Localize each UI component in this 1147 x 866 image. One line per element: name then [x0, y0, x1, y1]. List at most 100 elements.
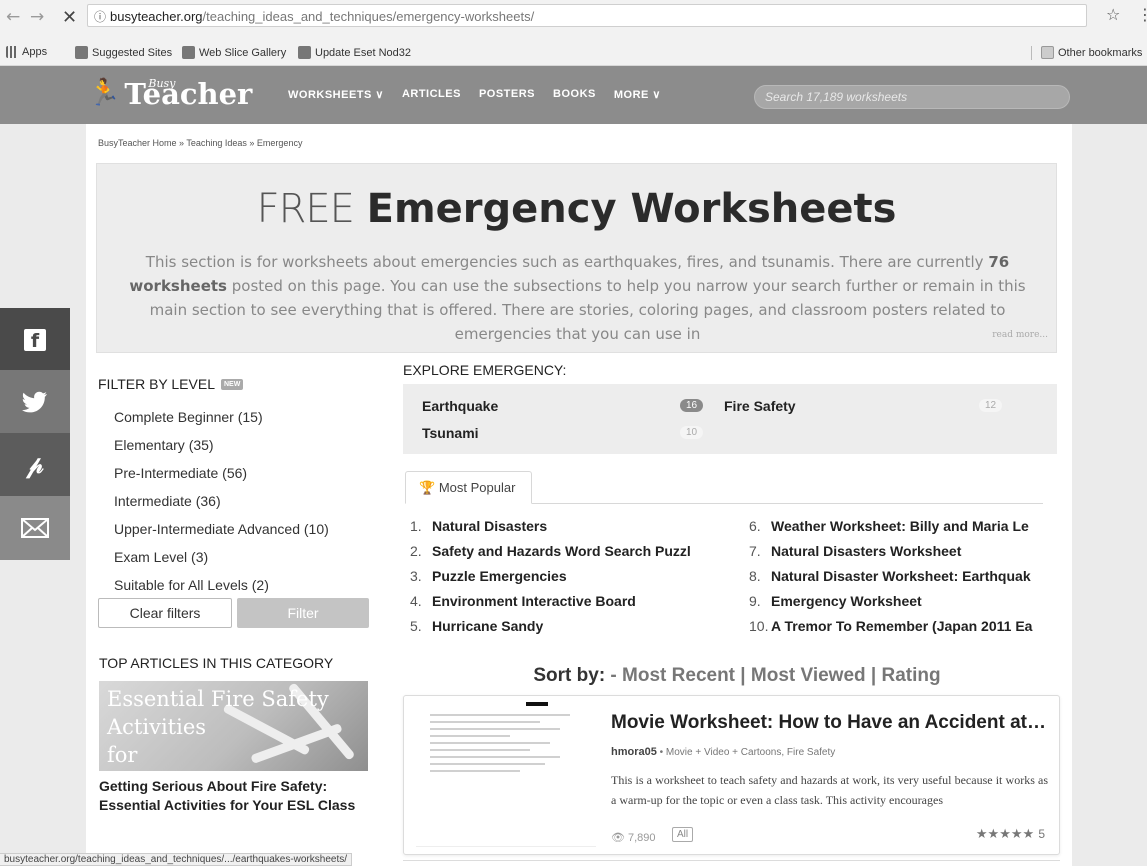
new-badge: NEW: [220, 378, 244, 390]
sort-rating[interactable]: Rating: [882, 665, 941, 686]
popular-item[interactable]: 6. Weather Worksheet: Billy and Maria Le: [749, 514, 1043, 539]
item-number: 2.: [410, 543, 422, 559]
popular-item[interactable]: 3. Puzzle Emergencies: [410, 564, 698, 589]
menu-icon[interactable]: ⋮: [1137, 5, 1147, 24]
item-title: Emergency Worksheet: [771, 593, 922, 609]
level-option[interactable]: Exam Level (3): [114, 543, 329, 571]
item-number: 1.: [410, 518, 422, 534]
article-title-link[interactable]: Getting Serious About Fire Safety: Essen…: [99, 777, 374, 815]
trophy-icon: 🏆: [419, 480, 436, 495]
title-free: FREE: [256, 186, 355, 232]
worksheet-meta: hmora05 • Movie + Video + Cartoons, Fire…: [611, 746, 835, 758]
count-badge: 12: [979, 399, 1003, 412]
level-option[interactable]: Elementary (35): [114, 431, 329, 459]
article-thumbnail[interactable]: Essential Fire Safety Activities for: [99, 681, 368, 771]
item-title: A Tremor To Remember (Japan 2011 Ea: [771, 618, 1033, 634]
nav-more[interactable]: MORE ∨: [614, 88, 661, 101]
nav-articles[interactable]: ARTICLES: [402, 88, 461, 101]
item-title: Hurricane Sandy: [432, 618, 544, 634]
tab-most-popular[interactable]: 🏆 Most Popular: [405, 471, 532, 504]
thumb-line: [430, 735, 510, 737]
stop-icon[interactable]: ✕: [62, 7, 77, 28]
apps-grid-icon: [6, 46, 18, 58]
explore-box: Earthquake 16 Fire Safety 12 Tsunami 10: [403, 384, 1057, 454]
clear-filters-button[interactable]: Clear filters: [98, 598, 232, 628]
hero-description: This section is for worksheets about eme…: [115, 250, 1040, 346]
read-more-link[interactable]: read more...: [992, 330, 1048, 340]
popular-item[interactable]: 4. Environment Interactive Board: [410, 589, 698, 614]
worksheet-title-link[interactable]: Movie Worksheet: How to Have an Accident…: [611, 712, 1051, 734]
level-option[interactable]: Upper-Intermediate Advanced (10): [114, 515, 329, 543]
author-link[interactable]: hmora05: [611, 746, 657, 758]
address-bar[interactable]: ⓘ busyteacher.org/teaching_ideas_and_tec…: [87, 4, 1087, 27]
thumb-line: [430, 728, 560, 730]
next-card-edge: [403, 860, 1060, 866]
url-text: busyteacher.org/teaching_ideas_and_techn…: [110, 9, 534, 24]
thumb-line: [430, 763, 545, 765]
item-number: 10.: [749, 618, 769, 634]
nav-books[interactable]: BOOKS: [553, 88, 596, 101]
sort-most-recent[interactable]: Most Recent: [622, 665, 735, 686]
level-filter-list: Complete Beginner (15) Elementary (35) P…: [114, 403, 329, 599]
bookmark-suggested-sites[interactable]: Suggested Sites: [75, 46, 172, 59]
bookmarks-bar: Apps Suggested Sites Web Slice Gallery U…: [0, 40, 1147, 66]
worksheet-thumbnail[interactable]: [416, 702, 596, 847]
breadcrumb[interactable]: BusyTeacher Home » Teaching Ideas » Emer…: [98, 138, 302, 148]
popular-item[interactable]: 8. Natural Disaster Worksheet: Earthquak: [749, 564, 1043, 589]
bookmark-web-slice-gallery[interactable]: Web Slice Gallery: [182, 46, 286, 59]
bookmark-label: Other bookmarks: [1058, 46, 1143, 59]
bookmark-label: Web Slice Gallery: [199, 46, 287, 59]
main-nav: WORKSHEETS ∨ ARTICLES POSTERS BOOKS MORE…: [288, 88, 661, 101]
level-option[interactable]: Suitable for All Levels (2): [114, 571, 329, 599]
facebook-icon: f: [24, 329, 46, 352]
rating-value: 5: [1038, 827, 1045, 841]
other-bookmarks[interactable]: Other bookmarks: [1041, 46, 1142, 59]
logo-busy-text: Busy: [148, 77, 176, 90]
bookmark-update-eset[interactable]: Update Eset Nod32: [298, 46, 411, 59]
worksheet-card[interactable]: Movie Worksheet: How to Have an Accident…: [403, 695, 1060, 855]
thumb-line: [430, 756, 560, 758]
level-option[interactable]: Pre-Intermediate (56): [114, 459, 329, 487]
level-option[interactable]: Complete Beginner (15): [114, 403, 329, 431]
category-text[interactable]: • Movie + Video + Cartoons, Fire Safety: [657, 747, 836, 758]
runner-logo-icon: 🏃: [88, 78, 121, 108]
eset-icon: [298, 46, 311, 59]
explore-fire-safety-link[interactable]: Fire Safety: [724, 398, 796, 414]
thumb-line: [430, 714, 570, 716]
count-badge: 16: [680, 399, 704, 412]
filter-title-text: FILTER BY LEVEL: [98, 376, 215, 392]
desc-text: This section is for worksheets about eme…: [145, 253, 989, 271]
hero-section: FREE Emergency Worksheets This section i…: [96, 163, 1057, 353]
nav-posters[interactable]: POSTERS: [479, 88, 535, 101]
popular-item[interactable]: 10. A Tremor To Remember (Japan 2011 Ea: [749, 614, 1043, 639]
back-icon[interactable]: ←: [6, 7, 20, 27]
sort-bar: Sort by: - Most Recent | Most Viewed | R…: [403, 665, 1071, 687]
explore-tsunami-link[interactable]: Tsunami: [422, 425, 479, 441]
forward-icon[interactable]: →: [30, 7, 44, 27]
twitter-icon: [22, 391, 47, 413]
bookmark-star-icon[interactable]: ☆: [1106, 5, 1120, 24]
thumb-line: [430, 770, 520, 772]
popular-item[interactable]: 9. Emergency Worksheet: [749, 589, 1043, 614]
popular-item[interactable]: 1. Natural Disasters: [410, 514, 698, 539]
email-share-button[interactable]: [0, 496, 70, 560]
status-bar-url: busyteacher.org/teaching_ideas_and_techn…: [0, 853, 353, 866]
nav-worksheets[interactable]: WORKSHEETS ∨: [288, 88, 384, 101]
level-option[interactable]: Intermediate (36): [114, 487, 329, 515]
info-icon[interactable]: ⓘ: [94, 8, 106, 25]
twitter-share-button[interactable]: [0, 370, 70, 434]
site-logo[interactable]: 🏃 Busy Teacher: [88, 77, 252, 109]
popular-item[interactable]: 7. Natural Disasters Worksheet: [749, 539, 1043, 564]
thumb-line: [430, 721, 540, 723]
filter-button[interactable]: Filter: [237, 598, 369, 628]
item-number: 3.: [410, 568, 422, 584]
search-input[interactable]: Search 17,189 worksheets: [754, 85, 1070, 109]
explore-earthquake-link[interactable]: Earthquake: [422, 398, 498, 414]
sort-label: Sort by:: [533, 665, 606, 686]
popular-item[interactable]: 5. Hurricane Sandy: [410, 614, 698, 639]
facebook-share-button[interactable]: f: [0, 308, 70, 372]
sort-most-viewed[interactable]: Most Viewed: [751, 665, 866, 686]
pinterest-share-button[interactable]: 𝓅: [0, 433, 70, 497]
bookmark-apps[interactable]: Apps: [6, 46, 47, 58]
popular-item[interactable]: 2. Safety and Hazards Word Search Puzzl: [410, 539, 698, 564]
